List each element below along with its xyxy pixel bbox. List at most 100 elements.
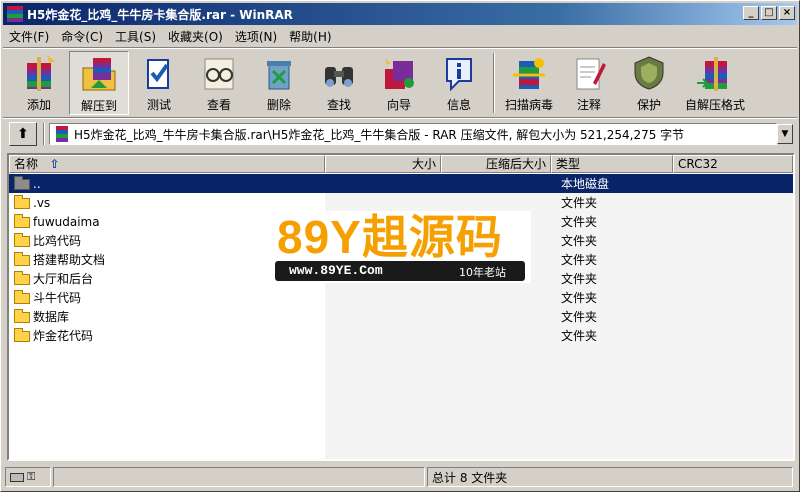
folder-icon — [13, 213, 31, 229]
list-item[interactable]: 炸金花代码 文件夹 — [9, 326, 793, 345]
sort-ascending-icon: ⇧ — [49, 157, 60, 171]
menu-help[interactable]: 帮助(H) — [283, 28, 337, 45]
up-arrow-icon: ⬆ — [17, 126, 29, 142]
sfx-button[interactable]: 自解压格式 — [679, 51, 751, 115]
list-item[interactable]: 数据库 文件夹 — [9, 307, 793, 326]
extract-to-button[interactable]: 解压到 — [69, 51, 129, 115]
address-bar: ⬆ H5炸金花_比鸡_牛牛房卡集合版.rar\H5炸金花_比鸡_牛牛集合版 - … — [9, 121, 793, 147]
sfx-icon — [697, 57, 727, 91]
wizard-button[interactable]: 向导 — [369, 51, 429, 115]
watermark-tag: 10年老站 — [459, 266, 506, 279]
file-type: 文件夹 — [561, 234, 598, 248]
comment-button[interactable]: 注释 — [559, 51, 619, 115]
menu-favorites[interactable]: 收藏夹(O) — [162, 28, 229, 45]
file-name: 数据库 — [33, 310, 70, 324]
up-one-level-button[interactable]: ⬆ — [9, 122, 37, 146]
add-button[interactable]: 添加 — [9, 51, 69, 115]
folder-icon — [13, 308, 31, 324]
column-packed-size[interactable]: 压缩后大小 — [441, 155, 551, 173]
file-type: 本地磁盘 — [561, 177, 610, 191]
list-item-parent[interactable]: .. 本地磁盘 — [9, 174, 793, 193]
file-name: .. — [33, 176, 41, 191]
column-type[interactable]: 类型 — [551, 155, 673, 173]
file-list[interactable]: 名称 ⇧ 大小 压缩后大小 类型 CRC32 .. 本地磁盘 .vs 文件夹 f… — [7, 153, 795, 461]
folder-icon — [13, 289, 31, 305]
menu-tools[interactable]: 工具(S) — [109, 28, 162, 45]
view-icon — [204, 58, 234, 90]
menu-divider — [3, 47, 797, 49]
test-label: 测试 — [146, 98, 171, 112]
delete-label: 删除 — [266, 98, 291, 112]
list-item[interactable]: .vs 文件夹 — [9, 193, 793, 212]
key-icon: ⚿ — [27, 470, 36, 483]
comment-icon — [576, 58, 606, 90]
extract-to-icon — [82, 58, 116, 91]
virus-scan-label: 扫描病毒 — [504, 98, 553, 112]
folder-icon — [13, 270, 31, 286]
watermark-logo-text: 89Y趄源码 — [277, 211, 503, 263]
view-label: 查看 — [206, 98, 231, 112]
view-button[interactable]: 查看 — [189, 51, 249, 115]
column-name[interactable]: 名称 ⇧ — [9, 155, 325, 173]
toolbar-divider — [3, 117, 797, 119]
window-title: H5炸金花_比鸡_牛牛房卡集合版.rar - WinRAR — [27, 7, 293, 22]
delete-button[interactable]: 删除 — [249, 51, 309, 115]
drive-status-cell[interactable]: ⚿ — [5, 467, 51, 487]
menu-options[interactable]: 选项(N) — [229, 28, 283, 45]
protect-label: 保护 — [636, 98, 661, 112]
virus-scan-button[interactable]: 扫描病毒 — [499, 51, 559, 115]
watermark-url: www.89YE.Com — [289, 263, 383, 278]
minimize-button[interactable]: _ — [743, 6, 759, 20]
file-name: .vs — [33, 195, 51, 210]
info-icon — [446, 58, 472, 92]
file-type: 文件夹 — [561, 196, 598, 210]
file-name: 炸金花代码 — [33, 329, 94, 343]
menu-bar: 文件(F) 命令(C) 工具(S) 收藏夹(O) 选项(N) 帮助(H) — [3, 26, 338, 46]
chevron-down-icon: ▼ — [781, 129, 789, 139]
file-type: 文件夹 — [561, 272, 598, 286]
menu-file[interactable]: 文件(F) — [3, 28, 55, 45]
parent-folder-icon — [13, 175, 31, 191]
test-icon — [147, 59, 169, 89]
drive-icon — [10, 472, 24, 482]
test-button[interactable]: 测试 — [129, 51, 189, 115]
file-type: 文件夹 — [561, 215, 598, 229]
file-type: 文件夹 — [561, 253, 598, 267]
file-type: 文件夹 — [561, 291, 598, 305]
sfx-label: 自解压格式 — [684, 98, 745, 112]
maximize-button[interactable]: □ — [761, 6, 777, 20]
wizard-label: 向导 — [386, 98, 411, 112]
close-button[interactable]: × — [779, 6, 795, 20]
status-bar: ⚿ 总计 8 文件夹 — [5, 467, 797, 489]
folder-icon — [13, 194, 31, 210]
menu-commands[interactable]: 命令(C) — [55, 28, 109, 45]
folder-icon — [13, 251, 31, 267]
delete-icon — [267, 61, 291, 90]
toolbar-separator — [493, 53, 495, 113]
winrar-app-icon[interactable] — [7, 6, 23, 22]
protect-button[interactable]: 保护 — [619, 51, 679, 115]
file-type: 文件夹 — [561, 329, 598, 343]
file-type: 文件夹 — [561, 310, 598, 324]
column-crc32[interactable]: CRC32 — [673, 155, 793, 173]
file-name: 斗牛代码 — [33, 291, 82, 305]
virus-scan-icon — [513, 58, 545, 89]
path-dropdown-button[interactable]: ▼ — [777, 124, 793, 144]
path-combobox[interactable]: H5炸金花_比鸡_牛牛房卡集合版.rar\H5炸金花_比鸡_牛牛集合版 - RA… — [49, 123, 777, 145]
list-header: 名称 ⇧ 大小 压缩后大小 类型 CRC32 — [9, 155, 793, 173]
info-button[interactable]: 信息 — [429, 51, 489, 115]
archive-path: H5炸金花_比鸡_牛牛房卡集合版.rar\H5炸金花_比鸡_牛牛集合版 - RA… — [74, 127, 685, 142]
folder-icon — [13, 232, 31, 248]
archive-icon — [54, 126, 70, 142]
folder-icon — [13, 327, 31, 343]
find-label: 查找 — [326, 98, 351, 112]
wizard-icon — [385, 59, 414, 89]
status-left — [53, 467, 425, 487]
toolbar: 添加 解压到 测试 查看 删除 查找 向导 信息 扫描病毒 注释 保护 自解压格… — [9, 51, 795, 115]
watermark-logo: 89Y趄源码 www.89YE.Com 10年老站 — [271, 211, 531, 283]
column-size[interactable]: 大小 — [325, 155, 441, 173]
title-bar[interactable]: H5炸金花_比鸡_牛牛房卡集合版.rar - WinRAR _ □ × — [3, 3, 797, 25]
find-button[interactable]: 查找 — [309, 51, 369, 115]
list-item[interactable]: 斗牛代码 文件夹 — [9, 288, 793, 307]
comment-label: 注释 — [576, 98, 601, 112]
